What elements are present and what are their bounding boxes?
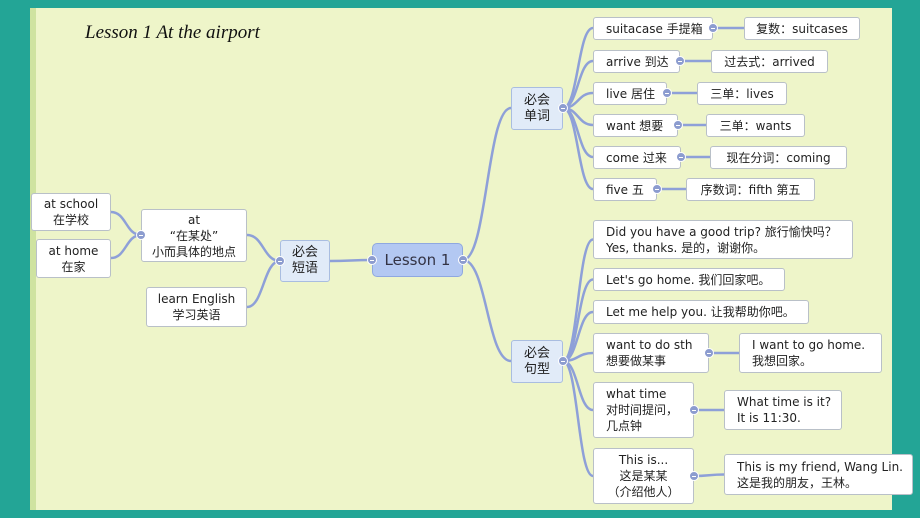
phrase-at-node[interactable]: at “在某处” 小而具体的地点 (141, 209, 247, 262)
collapse-icon[interactable] (652, 184, 662, 194)
node-text: want 想要 (606, 118, 664, 133)
node-text: 这是我的朋友，王林。 (737, 475, 858, 490)
node-text: What time is it? (737, 395, 832, 409)
node-text: 单词 (523, 108, 550, 124)
word-node[interactable]: five 五 (593, 178, 657, 201)
connector-line (562, 106, 594, 191)
node-text: 必会 (291, 245, 318, 260)
phrase-at-home-node[interactable]: at home 在家 (36, 239, 111, 278)
connector-line (462, 258, 512, 363)
node-text: 序数词：fifth 第五 (700, 182, 801, 197)
connector-line (462, 106, 512, 262)
node-text: what time (606, 387, 667, 401)
node-text: arrive 到达 (606, 54, 669, 69)
node-text: 学习英语 (172, 308, 221, 322)
node-text: I want to go home. (752, 338, 866, 352)
category-words[interactable]: 必会 单词 (511, 87, 563, 130)
category-phrases[interactable]: 必会 短语 (280, 240, 330, 282)
node-text: Let me help you. 让我帮助你吧。 (606, 305, 795, 319)
word-node[interactable]: arrive 到达 (593, 50, 680, 73)
node-text: 复数：suitcases (756, 21, 848, 36)
word-note-node[interactable]: 三单：wants (706, 114, 805, 137)
node-text: Yes, thanks. 是的，谢谢你。 (606, 240, 766, 255)
node-text: at (187, 212, 201, 227)
connector-line (246, 259, 281, 309)
node-text: This is my friend, Wang Lin. (737, 459, 903, 474)
node-text: at home (48, 243, 99, 258)
node-text: 必会 (523, 345, 550, 361)
node-text: Lesson 1 (384, 251, 451, 269)
node-text: come 过来 (606, 150, 667, 165)
word-note-node[interactable]: 过去式：arrived (711, 50, 828, 73)
node-text: “在某处” (169, 228, 219, 243)
node-text: 三单：wants (719, 118, 792, 133)
collapse-icon[interactable] (675, 56, 685, 66)
node-text: live 居住 (606, 86, 655, 101)
node-text: 在学校 (52, 213, 89, 227)
node-text: Did you have a good trip? 旅行愉快吗？ (606, 224, 837, 239)
word-note-node[interactable]: 复数：suitcases (744, 17, 860, 40)
collapse-icon[interactable] (275, 256, 285, 266)
collapse-icon[interactable] (689, 405, 699, 415)
sentence-node[interactable]: This is... 这是某某 （介绍他人） (593, 448, 694, 504)
node-text: learn English (157, 292, 236, 306)
connector-line (562, 238, 594, 363)
collapse-icon[interactable] (708, 23, 718, 33)
sentence-node[interactable]: want to do sth 想要做某事 (593, 333, 709, 373)
word-node[interactable]: come 过来 (593, 146, 681, 169)
node-text: 小而具体的地点 (152, 244, 237, 259)
node-text: 几点钟 (606, 419, 643, 433)
phrase-learn-node[interactable]: learn English 学习英语 (146, 287, 247, 327)
node-text: 句型 (523, 361, 550, 377)
node-text: 在家 (61, 259, 86, 274)
word-note-node[interactable]: 现在分词：coming (710, 146, 847, 169)
collapse-icon[interactable] (689, 471, 699, 481)
connector-line (562, 26, 594, 110)
node-text: 我想回家。 (752, 354, 813, 368)
collapse-icon[interactable] (673, 120, 683, 130)
connector-line (562, 359, 594, 478)
node-text: Let's go home. 我们回家吧。 (606, 272, 771, 287)
node-text: 对时间提问， (606, 403, 679, 417)
collapse-icon[interactable] (662, 88, 672, 98)
sentence-node[interactable]: Did you have a good trip? 旅行愉快吗？ Yes, tha… (593, 220, 853, 259)
collapse-icon[interactable] (558, 103, 568, 113)
collapse-icon[interactable] (676, 152, 686, 162)
collapse-icon[interactable] (704, 348, 714, 358)
example-node[interactable]: I want to go home. 我想回家。 (739, 333, 882, 373)
sentence-node[interactable]: what time 对时间提问， 几点钟 (593, 382, 694, 438)
node-text: 短语 (291, 261, 318, 276)
node-text: want to do sth (606, 338, 693, 352)
node-text: It is 11:30. (737, 411, 801, 425)
node-text: 必会 (523, 92, 550, 108)
node-text: five 五 (606, 182, 644, 197)
node-text: This is... (618, 453, 669, 467)
sentence-node[interactable]: Let's go home. 我们回家吧。 (593, 268, 785, 291)
node-text: 这是某某 (619, 469, 668, 483)
phrase-at-school-node[interactable]: at school 在学校 (31, 193, 111, 231)
word-node[interactable]: live 居住 (593, 82, 667, 105)
node-text: 现在分词：coming (726, 150, 831, 165)
collapse-icon[interactable] (136, 230, 146, 240)
collapse-icon[interactable] (458, 255, 468, 265)
word-node[interactable]: suitacase 手提箱 (593, 17, 713, 40)
word-node[interactable]: want 想要 (593, 114, 678, 137)
collapse-icon[interactable] (367, 255, 377, 265)
category-sentences[interactable]: 必会 句型 (511, 340, 563, 383)
node-text: suitacase 手提箱 (606, 21, 703, 36)
root-node[interactable]: Lesson 1 (372, 243, 463, 277)
collapse-icon[interactable] (558, 356, 568, 366)
node-text: 过去式：arrived (724, 54, 815, 69)
connector-line (562, 359, 594, 412)
example-node[interactable]: What time is it? It is 11:30. (724, 390, 842, 430)
word-note-node[interactable]: 三单：lives (697, 82, 787, 105)
example-node[interactable]: This is my friend, Wang Lin. 这是我的朋友，王林。 (724, 454, 913, 495)
word-note-node[interactable]: 序数词：fifth 第五 (686, 178, 815, 201)
node-text: 三单：lives (710, 86, 774, 101)
node-text: 想要做某事 (606, 354, 667, 368)
node-text: （介绍他人） (607, 485, 680, 499)
sentence-node[interactable]: Let me help you. 让我帮助你吧。 (593, 300, 809, 324)
node-text: at school (43, 197, 99, 211)
connector-line (329, 258, 373, 263)
